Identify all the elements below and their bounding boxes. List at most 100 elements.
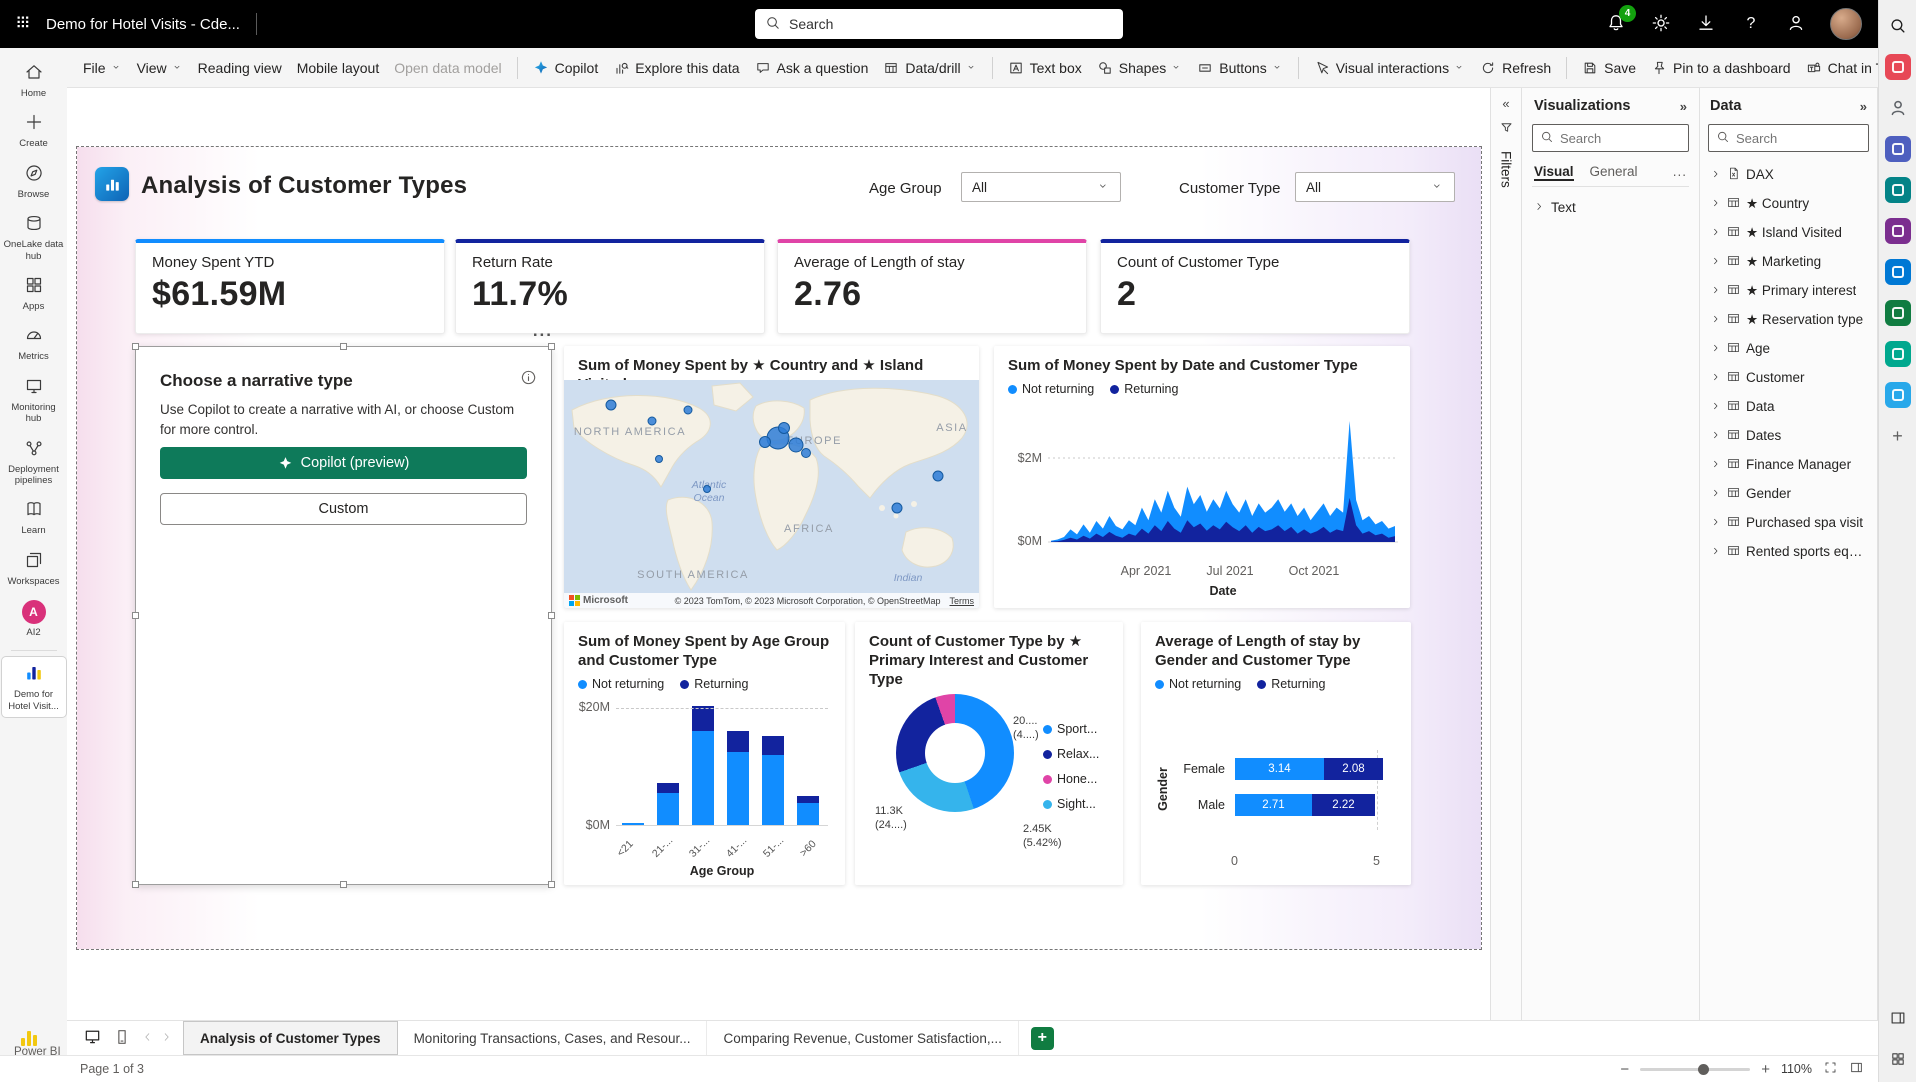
sidebar-item-learn[interactable]: Learn — [2, 493, 66, 541]
zoom-slider[interactable] — [1640, 1063, 1751, 1075]
info-icon[interactable] — [520, 369, 537, 389]
search-icon[interactable] — [1885, 13, 1911, 39]
age-group-slicer[interactable]: All — [961, 172, 1121, 202]
section-text[interactable]: Text — [1532, 200, 1689, 215]
collapse-pane-icon[interactable]: » — [1680, 99, 1687, 114]
ribbon-explore-button[interactable]: Explore this data — [613, 60, 740, 76]
ribbon-mobile-layout-button[interactable]: Mobile layout — [297, 60, 380, 76]
data-field-primary-interest[interactable]: ★ Primary interest — [1708, 276, 1869, 305]
sheet-tab-monitoring-transactions-cases-and-resour[interactable]: Monitoring Transactions, Cases, and Reso… — [398, 1021, 708, 1055]
kpi-card-return-rate[interactable]: Return Rate 11.7% — [455, 239, 765, 334]
ribbon-copilot-button[interactable]: Copilot — [533, 60, 598, 76]
global-search[interactable] — [755, 9, 1123, 39]
bar-41[interactable] — [727, 730, 749, 825]
zoom-slider-thumb[interactable] — [1698, 1063, 1710, 1075]
ribbon-pin-button[interactable]: Pin to a dashboard — [1651, 60, 1791, 76]
layout-icon[interactable] — [1885, 1046, 1911, 1072]
kpi-card-average-of-length-of-stay[interactable]: Average of Length of stay 2.76 — [777, 239, 1087, 334]
add-page-button[interactable]: + — [1030, 1026, 1054, 1050]
mobile-view-button[interactable] — [107, 1024, 137, 1052]
data-field-finance-manager[interactable]: Finance Manager — [1708, 450, 1869, 479]
sidebar-item-demo-for-hotel-visit[interactable]: Demo for Hotel Visit... — [1, 657, 66, 718]
collapse-pane-icon[interactable]: » — [1860, 99, 1867, 114]
report-page[interactable]: Analysis of Customer Types Age Group All… — [76, 146, 1482, 950]
global-search-input[interactable] — [789, 16, 1113, 32]
help-button[interactable]: ? — [1740, 13, 1762, 35]
m365-app-icon-2[interactable] — [1884, 136, 1911, 162]
data-field-reservation-type[interactable]: ★ Reservation type — [1708, 305, 1869, 334]
m365-app-icon-4[interactable] — [1884, 218, 1911, 244]
kpi-card-money-spent-ytd[interactable]: Money Spent YTD $61.59M — [135, 239, 445, 334]
data-search-input[interactable] — [1736, 130, 1861, 146]
zoom-in-button[interactable]: + — [1761, 1061, 1770, 1078]
tab-general[interactable]: General — [1590, 164, 1638, 179]
data-field-rented-sports-equipme[interactable]: Rented sports equipme... — [1708, 537, 1869, 566]
data-field-marketing[interactable]: ★ Marketing — [1708, 247, 1869, 276]
expand-filters-icon[interactable]: « — [1502, 96, 1509, 111]
ribbon-file-button[interactable]: File — [83, 60, 122, 76]
zoom-out-button[interactable]: − — [1620, 1061, 1629, 1078]
map-visual[interactable]: Sum of Money Spent by ★ Country and ★ Is… — [564, 346, 979, 608]
feedback-button[interactable] — [1785, 13, 1807, 35]
primary-interest-donut-visual[interactable]: Count of Customer Type by ★ Primary Inte… — [855, 622, 1123, 885]
spend-by-date-visual[interactable]: Sum of Money Spent by Date and Customer … — [994, 346, 1410, 608]
bar-60[interactable] — [797, 796, 819, 825]
next-page-button[interactable] — [157, 1031, 177, 1046]
spend-by-age-visual[interactable]: Sum of Money Spent by Age Group and Cust… — [564, 622, 845, 885]
ribbon-reading-view-button[interactable]: Reading view — [198, 60, 282, 76]
previous-page-button[interactable] — [137, 1031, 157, 1046]
sidebar-item-ai2[interactable]: A AI2 — [2, 594, 66, 643]
ribbon-buttons-button[interactable]: Buttons — [1197, 60, 1282, 76]
custom-narrative-button[interactable]: Custom — [160, 493, 527, 525]
side-panel-toggle-icon[interactable] — [1885, 1005, 1911, 1031]
sidebar-item-monitoring-hub[interactable]: Monitoring hub — [2, 370, 66, 430]
world-map[interactable]: NORTH AMERICAEUROPEASIAAFRICASOUTH AMERI… — [564, 380, 979, 608]
m365-app-icon-5[interactable] — [1884, 259, 1911, 285]
data-field-data[interactable]: Data — [1708, 392, 1869, 421]
notifications-button[interactable]: 4 — [1605, 5, 1636, 35]
filters-pane-collapsed[interactable]: « Filters — [1490, 88, 1522, 1020]
add-app-button[interactable]: + — [1885, 423, 1911, 449]
sidebar-item-create[interactable]: Create — [2, 106, 66, 154]
data-field-customer[interactable]: Customer — [1708, 363, 1869, 392]
more-options-button[interactable]: ... — [1673, 164, 1687, 179]
people-icon[interactable] — [1885, 95, 1911, 121]
sidebar-item-browse[interactable]: Browse — [2, 157, 66, 205]
kpi-card-count-of-customer-type[interactable]: Count of Customer Type 2 — [1100, 239, 1410, 334]
download-button[interactable] — [1695, 13, 1717, 35]
visualizations-search-input[interactable] — [1560, 130, 1681, 146]
sheet-tab-analysis-of-customer-types[interactable]: Analysis of Customer Types — [183, 1021, 398, 1055]
stay-by-gender-visual[interactable]: Average of Length of stay by Gender and … — [1141, 622, 1411, 885]
m365-app-icon-3[interactable] — [1884, 177, 1911, 203]
sheet-tab-comparing-revenue-customer-satisfaction[interactable]: Comparing Revenue, Customer Satisfaction… — [707, 1021, 1019, 1055]
fit-to-page-icon[interactable] — [1823, 1060, 1838, 1078]
ribbon-text-box-button[interactable]: Text box — [1008, 60, 1082, 76]
copilot-preview-button[interactable]: Copilot (preview) — [160, 447, 527, 479]
data-search[interactable] — [1708, 124, 1869, 152]
narrative-visual[interactable]: ... Choose a narrative type Use Copilot … — [132, 321, 555, 888]
data-field-dax[interactable]: DAX — [1708, 160, 1869, 189]
bar-21[interactable] — [622, 822, 644, 825]
data-field-age[interactable]: Age — [1708, 334, 1869, 363]
ribbon-shapes-button[interactable]: Shapes — [1097, 60, 1182, 76]
ribbon-visual-interactions-button[interactable]: Visual interactions — [1314, 60, 1465, 76]
data-field-purchased-spa-visit[interactable]: Purchased spa visit — [1708, 508, 1869, 537]
sidebar-item-workspaces[interactable]: Workspaces — [2, 544, 66, 592]
visualizations-search[interactable] — [1532, 124, 1689, 152]
app-launcher-icon[interactable] — [0, 0, 46, 48]
m365-app-icon-1[interactable] — [1884, 54, 1911, 80]
data-field-country[interactable]: ★ Country — [1708, 189, 1869, 218]
map-terms-link[interactable]: Terms — [950, 596, 975, 606]
sidebar-item-onelake-data-hub[interactable]: OneLake data hub — [2, 207, 66, 267]
fit-to-width-icon[interactable] — [1849, 1060, 1864, 1078]
visual-options-icon[interactable]: ... — [533, 321, 553, 341]
bar-21[interactable] — [657, 783, 679, 825]
ribbon-open-data-model-button[interactable]: Open data model — [394, 60, 501, 76]
sidebar-item-deployment-pipelines[interactable]: Deployment pipelines — [2, 432, 66, 492]
settings-button[interactable] — [1650, 13, 1672, 35]
bar-31[interactable] — [692, 706, 714, 825]
ribbon-data-drill-button[interactable]: Data/drill — [883, 60, 976, 76]
m365-app-icon-6[interactable] — [1884, 300, 1911, 326]
ribbon-view-button[interactable]: View — [137, 60, 183, 76]
data-field-island-visited[interactable]: ★ Island Visited — [1708, 218, 1869, 247]
